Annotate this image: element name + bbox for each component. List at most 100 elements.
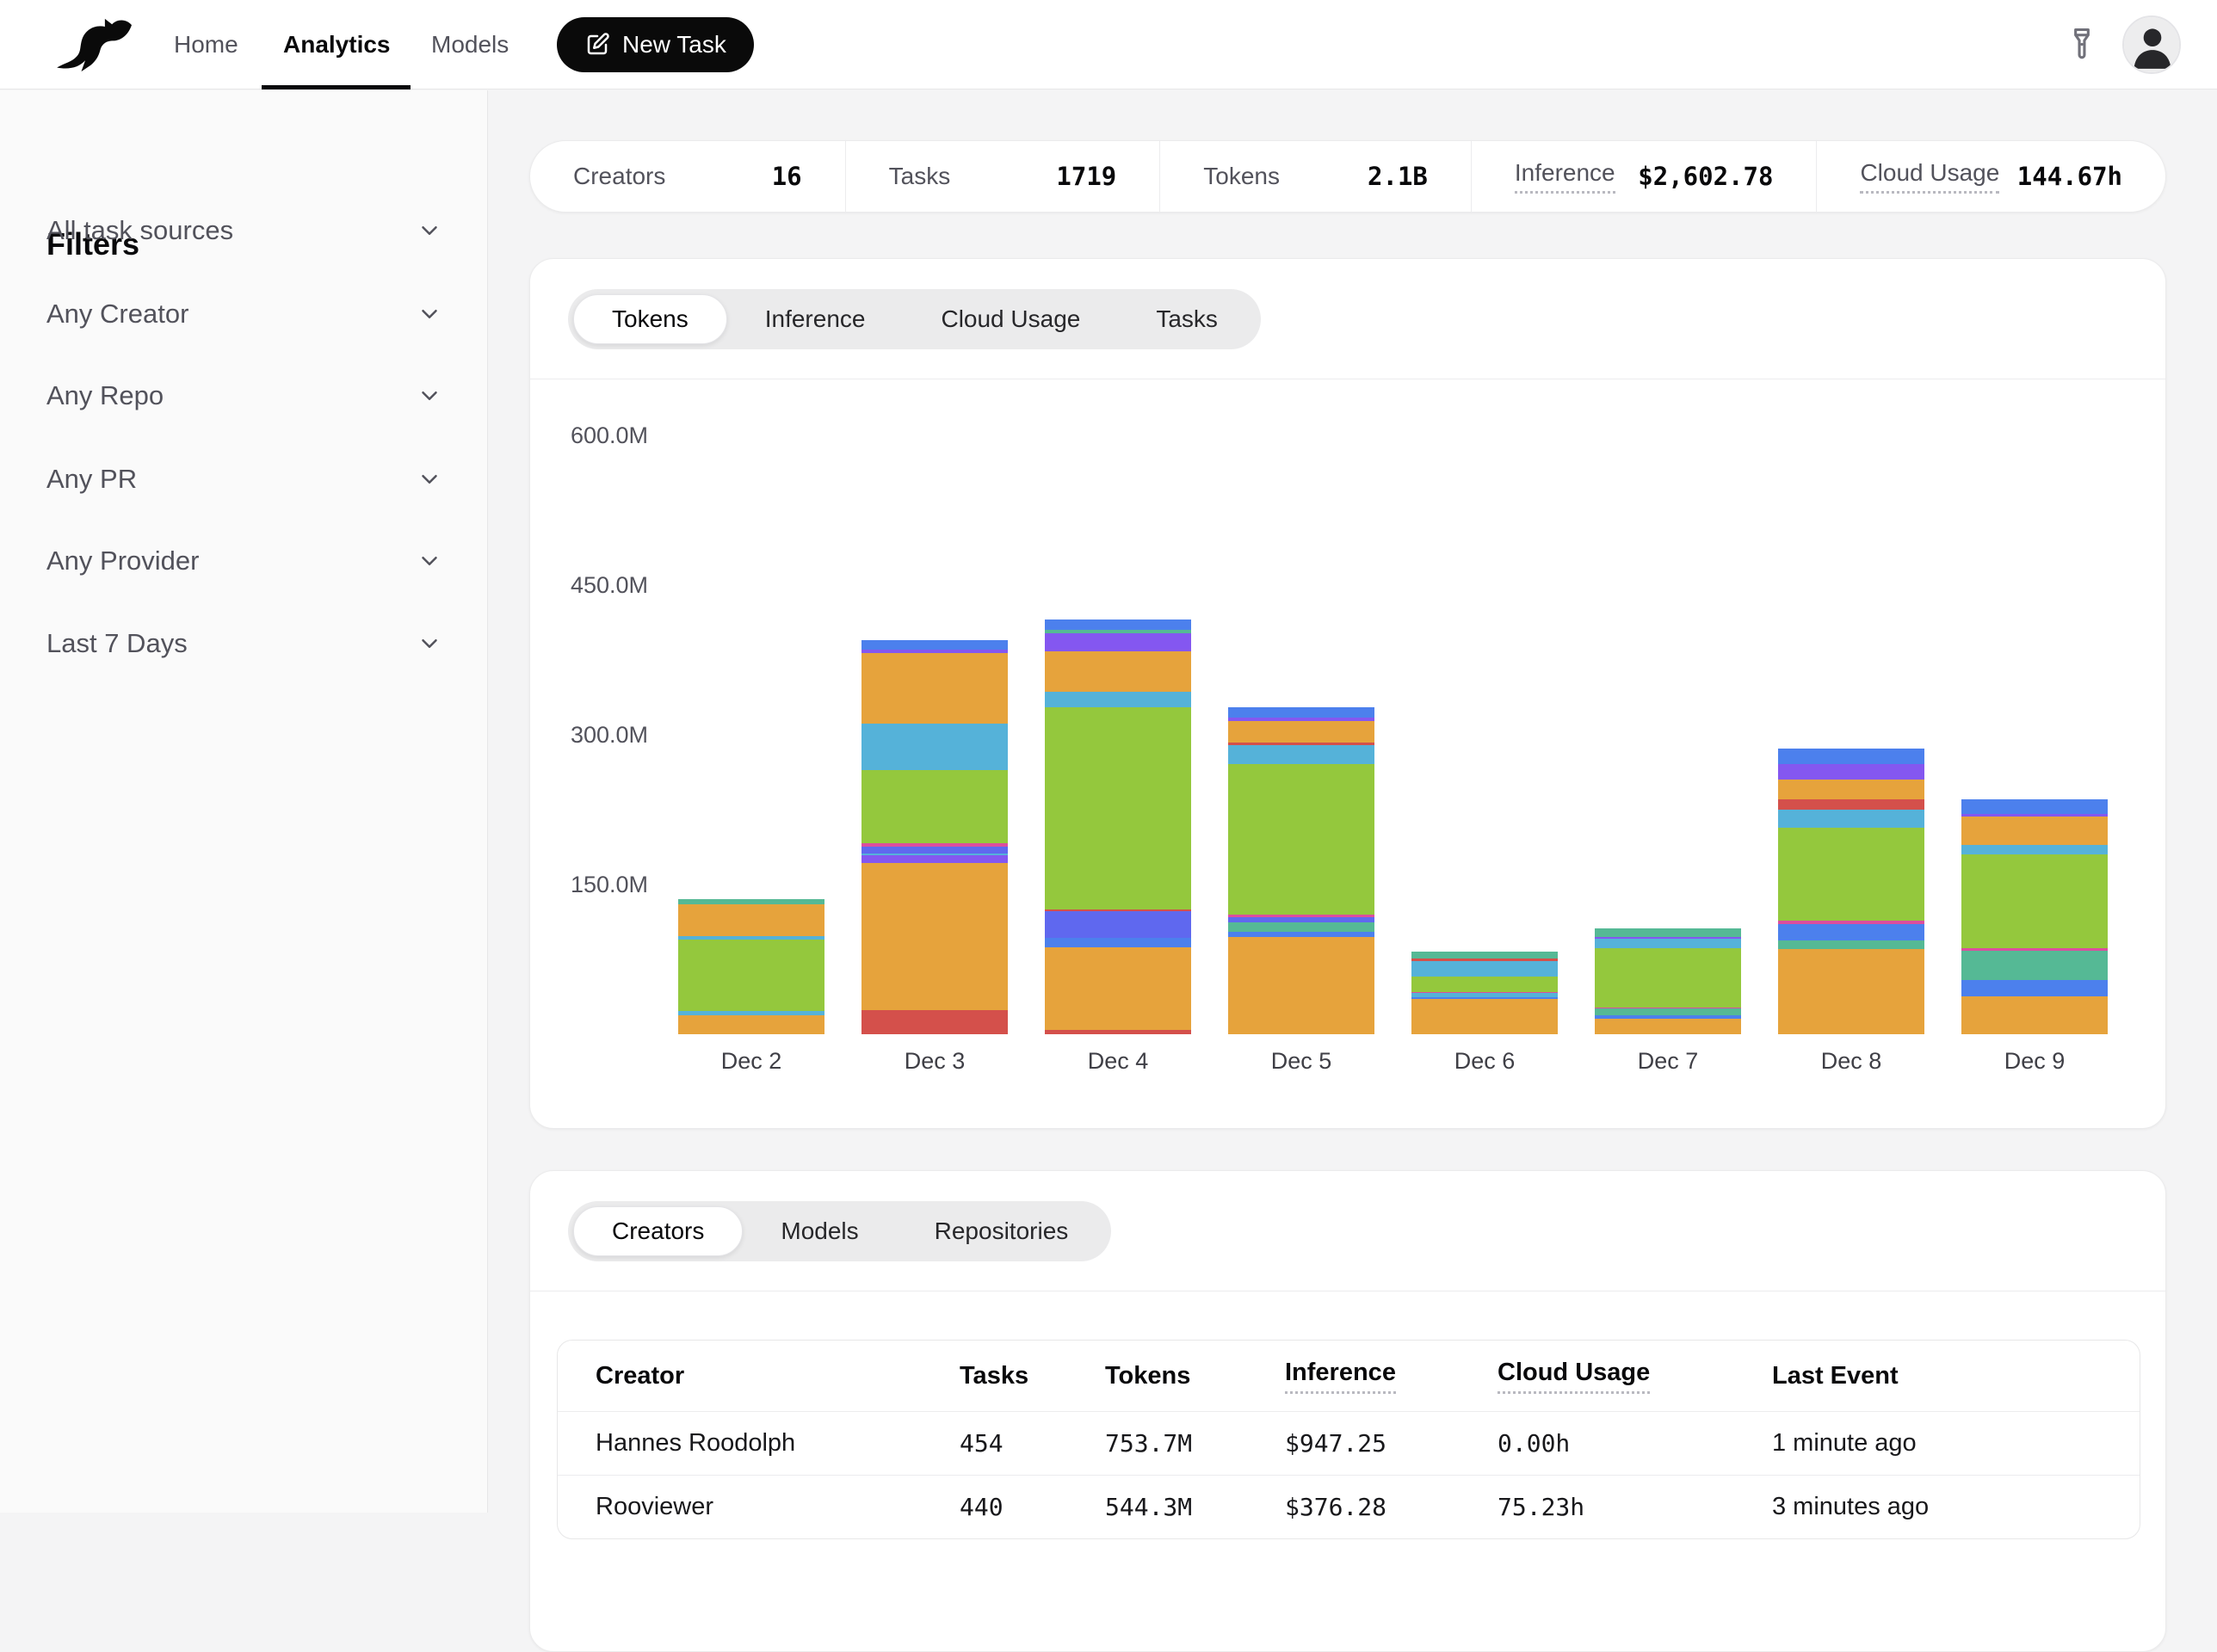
table-row[interactable]: Hannes Roodolph 454 753.7M $947.25 0.00h… xyxy=(558,1411,2140,1475)
breakdown-card: Creators Models Repositories Creator Tas… xyxy=(529,1170,2166,1652)
bar-segment-blue xyxy=(1961,799,2108,814)
tab-creators[interactable]: Creators xyxy=(573,1206,743,1256)
stat-tokens: Tokens 2.1B xyxy=(1159,141,1471,212)
bar-segment-green xyxy=(1778,828,1924,921)
tab-tasks[interactable]: Tasks xyxy=(1118,294,1256,344)
table-row[interactable]: Rooviewer 440 544.3M $376.28 75.23h 3 mi… xyxy=(558,1475,2140,1538)
col-cloud-usage[interactable]: Cloud Usage xyxy=(1498,1359,1650,1394)
stat-label-inference[interactable]: Inference xyxy=(1515,159,1615,194)
bar-segment-skyblue xyxy=(861,724,1008,770)
new-task-button[interactable]: New Task xyxy=(557,17,754,72)
filter-creator[interactable]: Any Creator xyxy=(46,292,442,336)
bar-segment-indigo xyxy=(1045,911,1191,937)
filter-pr[interactable]: Any PR xyxy=(46,457,442,502)
bar-segment-teal xyxy=(1595,928,1741,937)
filter-date-range[interactable]: Last 7 Days xyxy=(46,621,442,666)
breakdown-tabstrip: Creators Models Repositories xyxy=(530,1171,2165,1291)
cell-cloud-usage: 0.00h xyxy=(1498,1429,1772,1458)
nav-models[interactable]: Models xyxy=(431,0,509,89)
stacked-bar-dec-4[interactable] xyxy=(1045,620,1191,1034)
nav-analytics[interactable]: Analytics xyxy=(283,0,391,89)
new-task-label: New Task xyxy=(622,31,726,59)
bar-segment-green xyxy=(1411,977,1558,993)
stat-value: 2.1B xyxy=(1368,162,1428,191)
bar-segment-skyblue xyxy=(1045,692,1191,706)
bar-segment-orange xyxy=(1045,947,1191,1030)
bar-segment-orange xyxy=(1228,937,1374,1034)
filter-repo[interactable]: Any Repo xyxy=(46,373,442,418)
stacked-bar-dec-5[interactable] xyxy=(1228,707,1374,1034)
bar-segment-teal xyxy=(1228,922,1374,932)
stacked-bar-dec-6[interactable] xyxy=(1411,952,1558,1034)
tab-inference[interactable]: Inference xyxy=(727,294,904,344)
stacked-bar-dec-2[interactable] xyxy=(678,899,824,1034)
stacked-bar-dec-9[interactable] xyxy=(1961,799,2108,1034)
bar-segment-orange xyxy=(1595,1019,1741,1034)
y-axis-label: 150.0M xyxy=(530,870,648,899)
bar-segment-red xyxy=(861,1010,1008,1034)
chevron-down-icon xyxy=(417,548,442,574)
bar-segment-orange xyxy=(1045,651,1191,693)
bar-segment-orange xyxy=(1961,817,2108,845)
topbar: Home Analytics Models New Task xyxy=(0,0,2217,89)
tab-repositories[interactable]: Repositories xyxy=(897,1206,1107,1256)
stat-label-cloud-usage[interactable]: Cloud Usage xyxy=(1860,159,1999,194)
stat-label: Tokens xyxy=(1203,163,1280,190)
stat-value: $2,602.78 xyxy=(1638,162,1773,191)
bar-segment-orange xyxy=(1778,780,1924,799)
x-axis-label: Dec 4 xyxy=(1045,1048,1191,1075)
flashlight-icon[interactable] xyxy=(2061,24,2103,65)
filters-sidebar: Filters All task sources Any Creator Any… xyxy=(0,90,488,1513)
stacked-bar-dec-3[interactable] xyxy=(861,640,1008,1034)
bar-segment-teal xyxy=(1961,951,2108,981)
bar-segment-orange xyxy=(1411,999,1558,1034)
bar-segment-purple xyxy=(861,855,1008,862)
stacked-bar-dec-8[interactable] xyxy=(1778,749,1924,1034)
bar-segment-skyblue xyxy=(1228,745,1374,764)
bar-segment-skyblue xyxy=(1595,939,1741,948)
active-nav-underline xyxy=(262,85,411,89)
tab-models[interactable]: Models xyxy=(743,1206,896,1256)
chart-tabs: Tokens Inference Cloud Usage Tasks xyxy=(568,289,1261,349)
filter-provider[interactable]: Any Provider xyxy=(46,539,442,583)
bar-segment-blue xyxy=(1961,980,2108,996)
col-inference[interactable]: Inference xyxy=(1285,1359,1396,1394)
filter-label: Any Repo xyxy=(46,380,164,411)
filter-label: All task sources xyxy=(46,215,233,246)
breakdown-tabs: Creators Models Repositories xyxy=(568,1201,1111,1261)
stat-creators: Creators 16 xyxy=(530,141,845,212)
kangaroo-logo-icon[interactable] xyxy=(55,17,134,72)
nav-home[interactable]: Home xyxy=(174,0,238,89)
bar-segment-green xyxy=(1045,707,1191,909)
bar-segment-teal xyxy=(1595,1008,1741,1015)
bar-segment-blue xyxy=(1228,932,1374,938)
user-avatar[interactable] xyxy=(2122,15,2181,74)
table-header-row: Creator Tasks Tokens Inference Cloud Usa… xyxy=(558,1341,2140,1411)
col-last-event: Last Event xyxy=(1772,1362,1899,1390)
cell-tasks: 454 xyxy=(960,1429,1105,1458)
bar-segment-blue xyxy=(1228,707,1374,718)
bar-segment-teal xyxy=(1411,952,1558,959)
cell-last-event: 1 minute ago xyxy=(1772,1429,2140,1458)
x-axis-label: Dec 8 xyxy=(1778,1048,1924,1075)
bar-segment-skyblue xyxy=(1961,845,2108,854)
tab-cloud-usage[interactable]: Cloud Usage xyxy=(903,294,1118,344)
bar-segment-green xyxy=(861,770,1008,843)
bar-segment-blue xyxy=(1045,620,1191,630)
cell-tokens: 753.7M xyxy=(1105,1429,1285,1458)
cell-inference: $947.25 xyxy=(1285,1429,1498,1458)
tab-tokens[interactable]: Tokens xyxy=(573,294,727,344)
bar-segment-red xyxy=(1045,1030,1191,1034)
bar-segment-teal xyxy=(1778,940,1924,949)
filter-task-sources[interactable]: All task sources xyxy=(46,208,442,253)
chevron-down-icon xyxy=(417,383,442,409)
bar-segment-orange xyxy=(1961,996,2108,1034)
stat-inference: Inference $2,602.78 xyxy=(1471,141,1817,212)
col-creator: Creator xyxy=(596,1362,684,1390)
stacked-bar-dec-7[interactable] xyxy=(1595,928,1741,1034)
filter-label: Any PR xyxy=(46,464,137,495)
analytics-dashboard: { "topbar": { "nav": [ { "label": "Home"… xyxy=(0,0,2217,1513)
cell-tokens: 544.3M xyxy=(1105,1493,1285,1521)
bar-segment-orange xyxy=(1778,949,1924,1034)
stat-value: 16 xyxy=(772,162,802,191)
